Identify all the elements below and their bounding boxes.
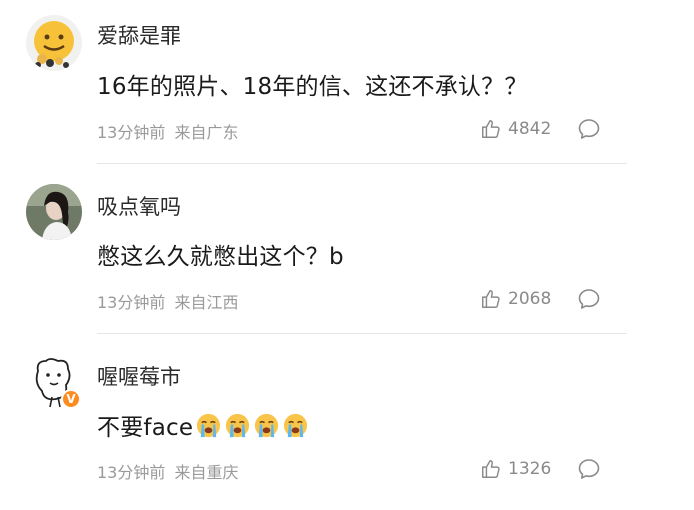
- like-count: 1326: [508, 459, 552, 479]
- comment-location: 来自广东: [174, 123, 239, 142]
- comment-meta: 13分钟前 来自江西: [97, 289, 238, 313]
- comment-text-body: 不要face: [97, 415, 194, 441]
- comment-item: V 喔喔莓市 不要face 13分钟前 来自重庆 1326: [0, 340, 694, 510]
- crying-face-emoji-icon: [255, 413, 279, 438]
- comment-time: 13分钟前: [97, 463, 166, 482]
- comment-text: 16年的照片、18年的信、这还不承认？？: [97, 74, 528, 100]
- like-count: 4842: [508, 119, 552, 139]
- crying-face-emoji-icon: [226, 413, 250, 438]
- thumbs-up-icon: [482, 460, 500, 478]
- crying-face-emoji-icon: [284, 413, 308, 438]
- like-button[interactable]: 2068: [480, 287, 551, 311]
- username[interactable]: 爱舔是罪: [97, 20, 181, 50]
- verified-badge: V: [61, 389, 81, 409]
- crying-face-emoji-icon: [197, 413, 221, 438]
- comment-location: 来自重庆: [174, 463, 239, 482]
- avatar[interactable]: [26, 15, 82, 71]
- comment-location: 来自江西: [174, 293, 239, 312]
- avatar[interactable]: [26, 184, 82, 240]
- comment-time: 13分钟前: [97, 123, 166, 142]
- divider: [97, 333, 627, 334]
- comment-bubble-icon[interactable]: [577, 287, 601, 311]
- comment-time: 13分钟前: [97, 293, 166, 312]
- comment-item: 爱舔是罪 16年的照片、18年的信、这还不承认？？ 13分钟前 来自广东 484…: [0, 0, 694, 170]
- like-button[interactable]: 1326: [480, 457, 551, 481]
- comment-bubble-icon[interactable]: [577, 457, 601, 481]
- comment-item: 吸点氧吗 憋这么久就憋出这个？b 13分钟前 来自江西 2068: [0, 170, 694, 340]
- username[interactable]: 喔喔莓市: [97, 361, 181, 391]
- yellow-emoji-face-avatar-icon: [26, 15, 82, 71]
- comment-meta: 13分钟前 来自重庆: [97, 459, 238, 483]
- comment-text: 憋这么久就憋出这个？b: [97, 244, 344, 270]
- comment-meta: 13分钟前 来自广东: [97, 119, 238, 143]
- comment-bubble-icon[interactable]: [577, 117, 601, 141]
- thumbs-up-icon: [482, 290, 500, 308]
- comment-text: 不要face: [97, 408, 309, 442]
- like-button[interactable]: 4842: [480, 117, 551, 141]
- like-count: 2068: [508, 289, 552, 309]
- divider: [97, 163, 627, 164]
- username[interactable]: 吸点氧吗: [97, 191, 181, 221]
- woman-photo-avatar-icon: [26, 184, 82, 240]
- thumbs-up-icon: [482, 120, 500, 138]
